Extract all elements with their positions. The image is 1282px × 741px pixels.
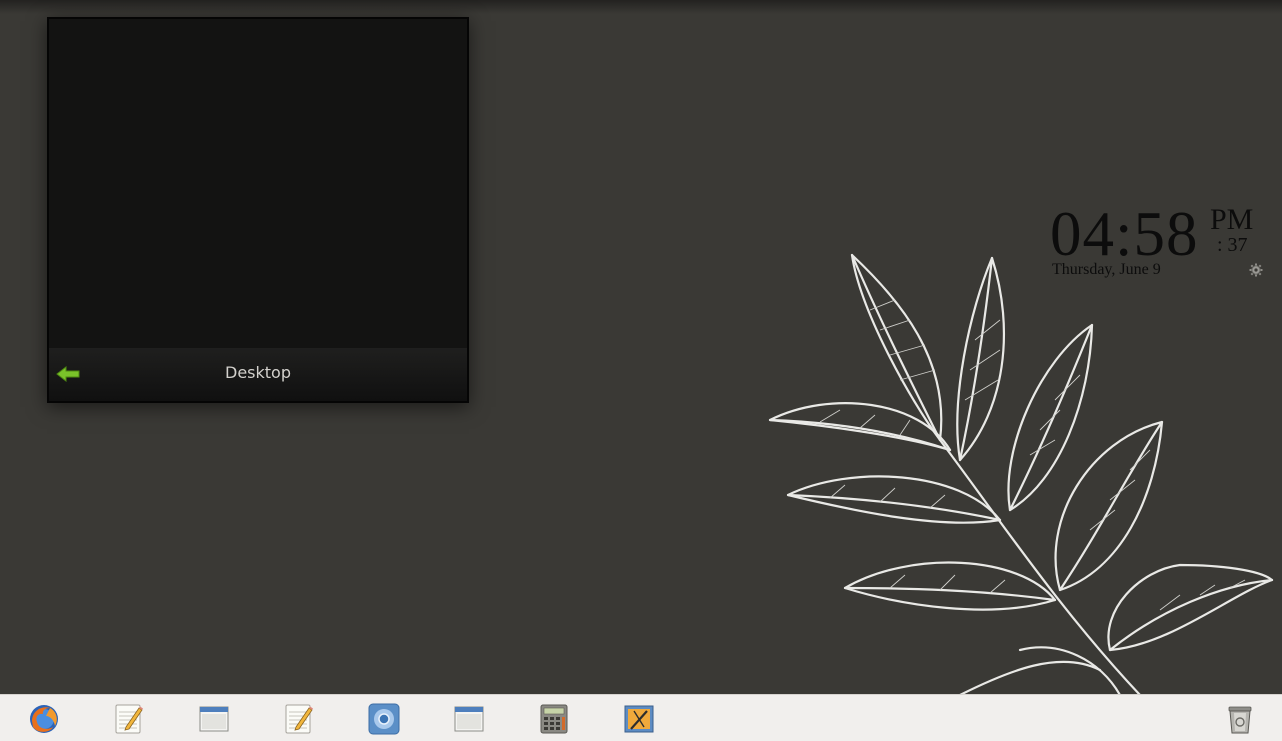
chromium-icon[interactable] bbox=[368, 703, 400, 735]
leaf-wallpaper-illustration bbox=[768, 253, 1274, 695]
screenshot-tool-icon[interactable] bbox=[623, 703, 655, 735]
clock-widget: 04:58 PM : 37 Thursday, June 9 bbox=[1050, 198, 1265, 288]
window-icon[interactable] bbox=[198, 703, 230, 735]
switcher-footer: Desktop bbox=[49, 348, 467, 401]
clock-ampm: PM bbox=[1210, 203, 1254, 236]
dock bbox=[0, 694, 1282, 741]
desktop-preview[interactable] bbox=[49, 19, 467, 350]
firefox-icon[interactable] bbox=[28, 703, 60, 735]
trash-icon[interactable] bbox=[1224, 703, 1256, 735]
top-panel-shadow bbox=[0, 0, 1282, 14]
clock-seconds: : 37 bbox=[1217, 234, 1248, 256]
clock-time: 04:58 bbox=[1050, 199, 1199, 269]
text-editor-icon[interactable] bbox=[283, 703, 315, 735]
desktop-switcher-popup: Desktop bbox=[47, 17, 469, 403]
clock-date: Thursday, June 9 bbox=[1052, 261, 1161, 278]
calculator-icon[interactable] bbox=[538, 703, 570, 735]
gear-icon[interactable] bbox=[1249, 263, 1263, 277]
window-icon[interactable] bbox=[453, 703, 485, 735]
desktop-title: Desktop bbox=[225, 363, 291, 382]
text-editor-icon[interactable] bbox=[113, 703, 145, 735]
